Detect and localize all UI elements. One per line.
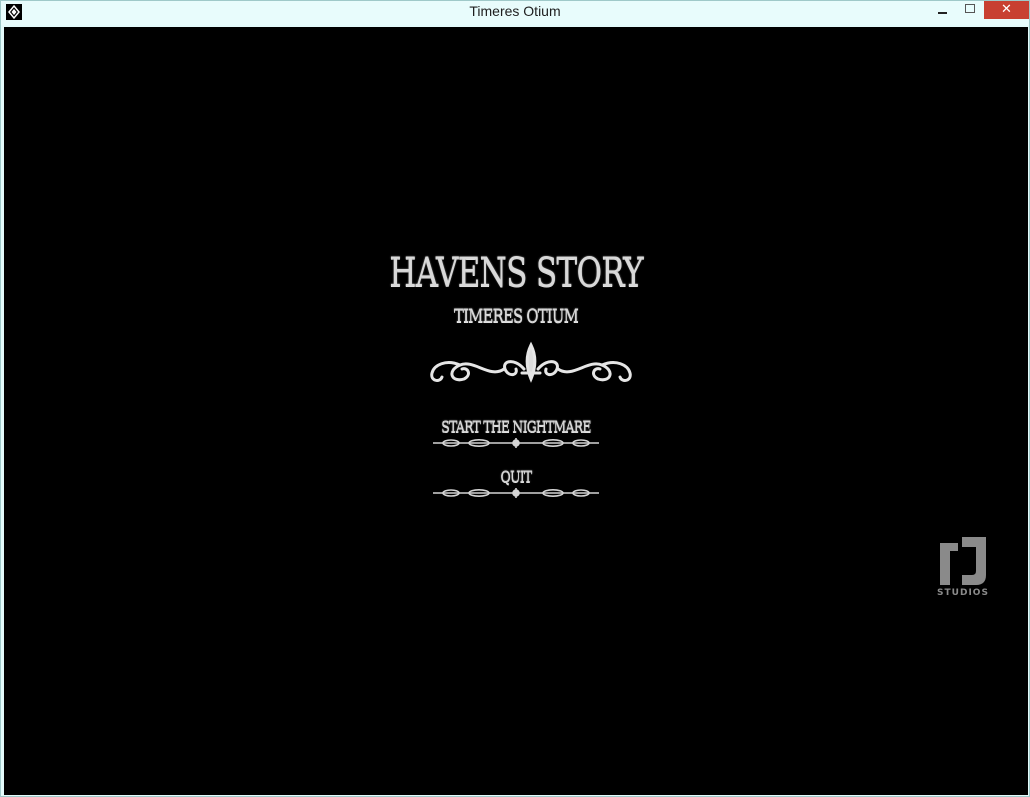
close-button[interactable]: ✕: [984, 1, 1029, 19]
menu-divider-ornament-icon: [433, 438, 599, 448]
minimize-button[interactable]: [927, 1, 957, 19]
studio-logo: STUDIOS: [934, 537, 992, 607]
close-icon: ✕: [1001, 2, 1012, 17]
window-title: Timeres Otium: [469, 3, 561, 19]
start-nightmare-label: Start The Nightmare: [441, 417, 591, 436]
maximize-button[interactable]: [957, 1, 983, 19]
app-window: Timeres Otium ✕ Havens Story Timeres Oti…: [0, 0, 1030, 797]
start-nightmare-button[interactable]: Start The Nightmare: [416, 417, 616, 448]
menu-divider-ornament-icon: [433, 488, 599, 498]
maximize-icon: [965, 3, 975, 13]
game-subtitle: Timeres Otium: [454, 305, 579, 327]
quit-button[interactable]: Quit: [416, 467, 616, 498]
studio-label: STUDIOS: [937, 588, 989, 598]
game-canvas[interactable]: Havens Story Timeres Otium Start The Nig…: [4, 27, 1028, 795]
minimize-icon: [937, 11, 947, 14]
quit-label: Quit: [500, 467, 533, 486]
fleur-de-lis-ornament-icon: [430, 341, 632, 383]
game-title: Havens Story: [389, 250, 643, 296]
rj-studios-logo-icon: [940, 537, 986, 585]
title-bar[interactable]: Timeres Otium ✕: [1, 1, 1029, 25]
